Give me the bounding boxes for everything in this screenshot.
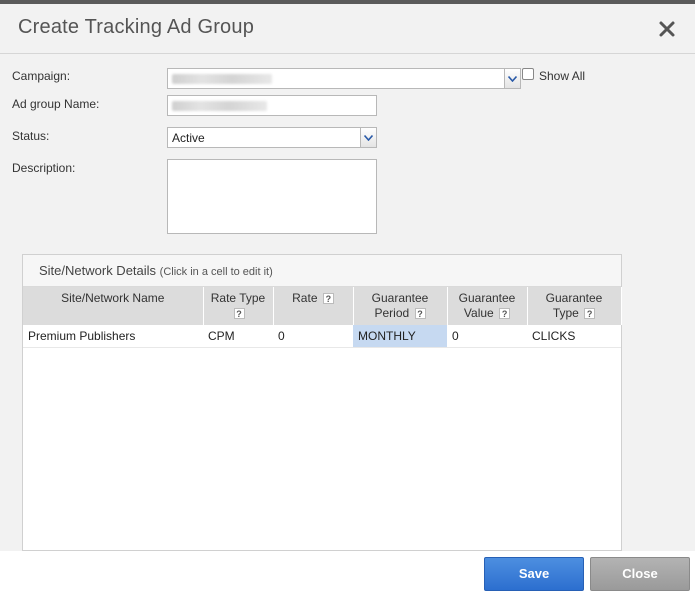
col-rate: Rate ? [273,287,354,325]
close-icon[interactable] [656,18,678,40]
dialog-titlebar: Create Tracking Ad Group [0,4,695,54]
cell-guarantee-period[interactable]: MONTHLY [353,325,447,348]
description-textarea[interactable] [167,159,377,234]
col-guarantee-period: Guarantee Period ? [353,287,448,325]
cell-site[interactable]: Premium Publishers [23,325,203,348]
chevron-down-icon[interactable] [504,68,521,89]
col-label: Type [552,306,579,320]
cell-guarantee-value[interactable]: 0 [447,325,527,348]
help-icon[interactable]: ? [414,308,426,320]
col-label: Rate [292,291,318,305]
close-button[interactable]: Close [590,557,690,591]
show-all-label: Show All [539,69,586,83]
details-heading: Site/Network Details (Click in a cell to… [23,255,621,287]
save-button[interactable]: Save [484,557,584,591]
col-label: Guarantee [371,291,429,305]
dialog-title: Create Tracking Ad Group [18,16,255,38]
cell-guarantee-type[interactable]: CLICKS [527,325,621,348]
campaign-select[interactable] [167,68,521,89]
help-icon[interactable]: ? [322,293,334,305]
ad-group-name-value-redacted [172,101,267,111]
col-site-network-name: Site/Network Name [23,287,204,325]
col-label: Site/Network Name [61,291,165,305]
col-label: Guarantee [458,291,516,305]
table-row: Premium Publishers CPM 0 MONTHLY 0 CLICK… [23,325,621,348]
help-icon[interactable]: ? [233,308,245,320]
campaign-value-redacted [172,74,272,84]
show-all-checkbox[interactable] [522,68,534,80]
ad-group-name-label: Ad group Name: [12,97,100,111]
col-label: Guarantee [545,291,603,305]
col-label: Period [374,306,410,320]
ad-group-name-input[interactable] [167,95,377,116]
details-title: Site/Network Details [39,263,157,278]
col-label: Value [463,306,494,320]
chevron-down-icon[interactable] [360,127,377,148]
status-select[interactable]: Active [167,127,377,148]
help-icon[interactable]: ? [584,308,596,320]
campaign-label: Campaign: [12,69,71,83]
col-label: Rate Type [210,291,266,305]
create-tracking-ad-group-dialog: Create Tracking Ad Group Campaign: Show … [0,0,695,591]
cell-rate-type[interactable]: CPM [203,325,273,348]
col-rate-type: Rate Type ? [203,287,274,325]
dialog-footer: Save Close [0,551,695,591]
site-network-details-panel: Site/Network Details (Click in a cell to… [22,254,622,551]
status-label: Status: [12,129,50,143]
col-guarantee-type: Guarantee Type ? [527,287,622,325]
description-label: Description: [12,161,76,175]
help-icon[interactable]: ? [499,308,511,320]
site-network-table: Site/Network Name Rate Type ? Rate ? Gua… [23,287,622,348]
col-guarantee-value: Guarantee Value ? [447,287,528,325]
cell-rate[interactable]: 0 [273,325,353,348]
status-value: Active [172,131,205,145]
table-header-row: Site/Network Name Rate Type ? Rate ? Gua… [23,287,622,325]
details-hint: (Click in a cell to edit it) [159,266,273,278]
dialog-content: Campaign: Show All Ad group Name: Status… [0,55,695,551]
